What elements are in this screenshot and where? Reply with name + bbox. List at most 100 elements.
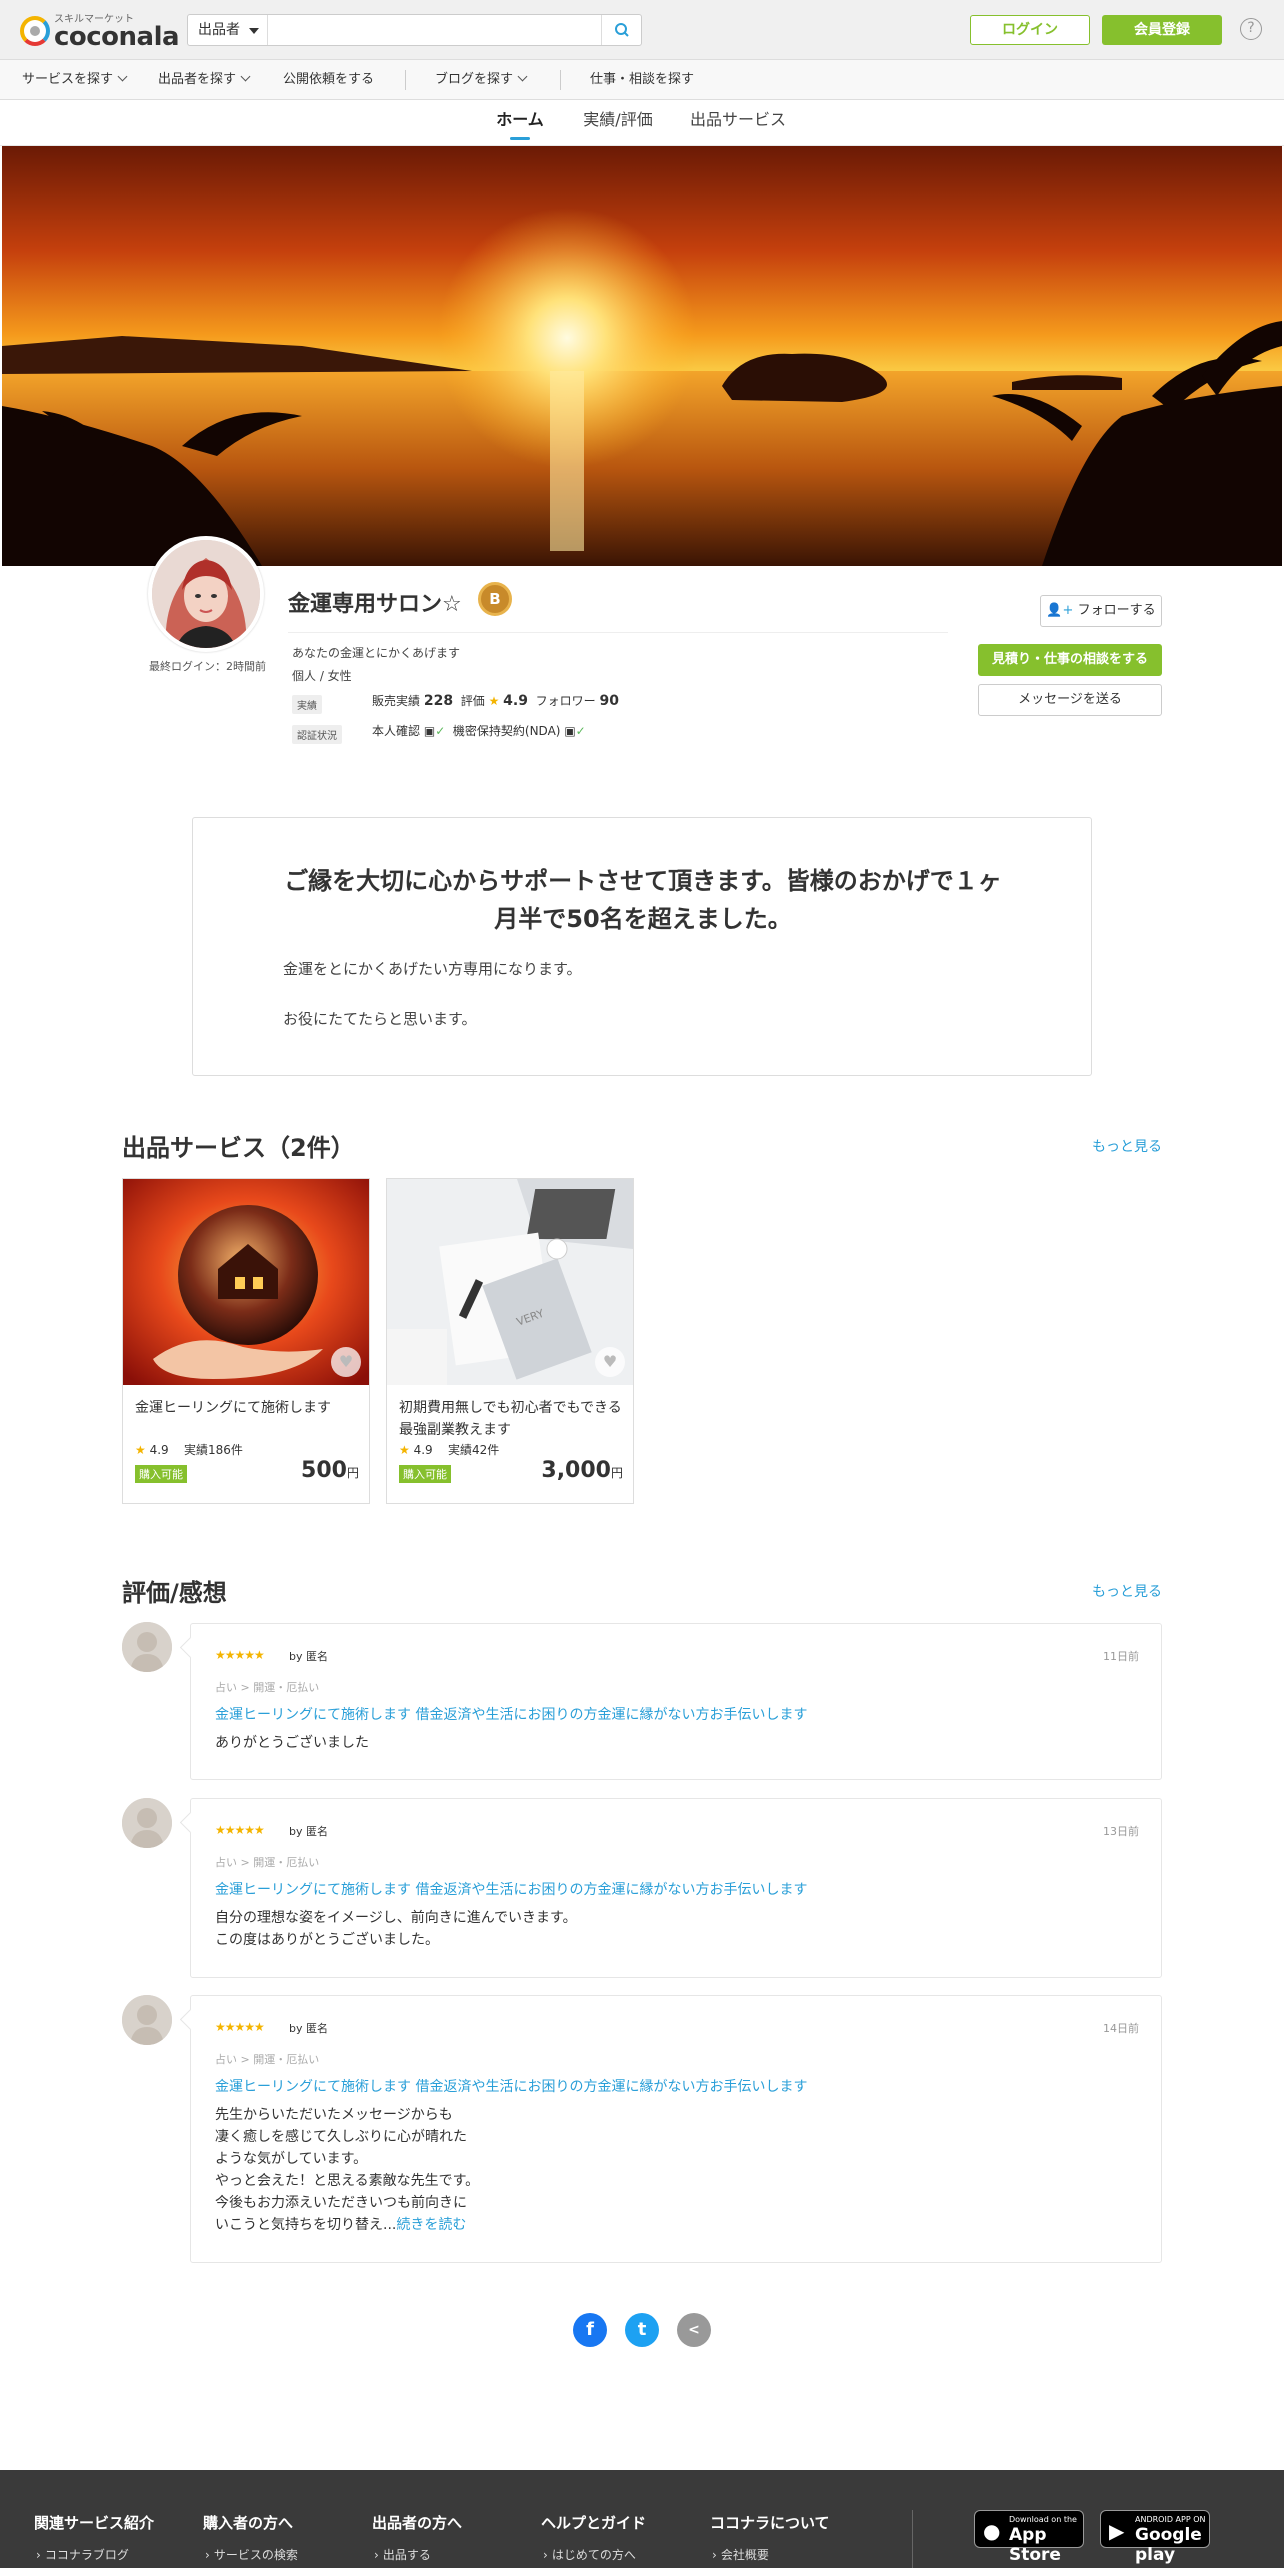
review-card: ★★★★★ by 匿名 11日前 占い > 開運・厄払い 金運ヒーリングにて施術…: [190, 1623, 1162, 1780]
register-button[interactable]: 会員登録: [1102, 15, 1222, 45]
review-line: いこうと気持ちを切り替え...: [215, 2217, 397, 2233]
rating-label: 評価: [460, 694, 485, 708]
search-scope-select[interactable]: 出品者: [188, 15, 268, 45]
read-more-link[interactable]: 続きを読む: [396, 2217, 466, 2233]
footer-link[interactable]: サービスの検索: [205, 2546, 298, 2563]
search-button[interactable]: [601, 15, 641, 45]
tab-home[interactable]: ホーム: [484, 100, 556, 146]
nav-label: サービスを探す: [22, 72, 114, 87]
search-scope-value: 出品者: [198, 22, 240, 38]
nav-find-sellers[interactable]: 出品者を探す: [158, 60, 251, 100]
footer-link[interactable]: 会社概要: [712, 2546, 769, 2563]
sales-label: 販売実績: [372, 694, 421, 708]
review-line: 凄く癒しを感じて久しぶりに心が晴れた: [215, 2129, 467, 2145]
google-play-button[interactable]: ▶ ANDROID APP ON Google play: [1100, 2510, 1210, 2565]
send-message-button[interactable]: メッセージを送る: [978, 684, 1162, 716]
footer-link[interactable]: 出品する: [374, 2546, 431, 2563]
nav-find-blogs[interactable]: ブログを探す: [435, 60, 528, 100]
check-icon: ✓: [435, 724, 446, 738]
review-service-link[interactable]: 金運ヒーリングにて施術します 借金返済や生活にお困りの方金運に縁がない方お手伝い…: [215, 2076, 807, 2096]
help-icon[interactable]: ?: [1240, 18, 1262, 40]
review-card: ★★★★★ by 匿名 13日前 占い > 開運・厄払い 金運ヒーリングにて施術…: [190, 1798, 1162, 1978]
seller-name: 金運専用サロン☆: [288, 592, 462, 617]
profile-tabs: ホーム 実績/評価 出品サービス: [0, 100, 1284, 146]
review-text: 自分の理想な姿をイメージし、前向きに進んでいきます。 この度はありがとうございま…: [215, 1907, 577, 1951]
review-date: 13日前: [1103, 1825, 1139, 1838]
footer-link[interactable]: はじめての方へ: [543, 2546, 636, 2563]
store-small-text: ANDROID APP ON: [1135, 2515, 1206, 2524]
review-stars: ★★★★★: [215, 1648, 265, 1662]
price-currency: 円: [610, 1466, 623, 1480]
seller-stats: 販売実績 228 評価 ★ 4.9 フォロワー 90: [372, 692, 619, 709]
request-quote-button[interactable]: 見積り・仕事の相談をする: [978, 644, 1162, 676]
footer-column-title: ヘルプとガイド: [541, 2514, 647, 2532]
nav-find-services[interactable]: サービスを探す: [22, 60, 128, 100]
reviewer-name: by 匿名: [289, 1650, 328, 1663]
site-header: スキルマーケット coconala 出品者 ログイン 会員登録 ?: [0, 0, 1284, 60]
review-line: やっと会えた！と思える素敵な先生です。: [215, 2173, 480, 2189]
nda-text: 機密保持契約(NDA): [452, 724, 561, 738]
review-service-link[interactable]: 金運ヒーリングにて施術します 借金返済や生活にお困りの方金運に縁がない方お手伝い…: [215, 1704, 807, 1724]
reviewer-name: by 匿名: [289, 1825, 328, 1838]
star-icon: ★: [135, 1443, 146, 1457]
footer-column-title: ココナラについて: [710, 2514, 830, 2532]
star-icon: ★: [488, 694, 500, 708]
nav-label: 公開依頼をする: [283, 72, 375, 87]
service-rating: ★ 4.9 実績42件: [399, 1441, 499, 1458]
site-footer: 関連サービス紹介 ココナラブログ 購入者の方へ サービスの検索 出品者の方へ 出…: [0, 2470, 1284, 2568]
results-label: 実績: [292, 695, 322, 714]
verification-status: 本人確認 ▣✓ 機密保持契約(NDA) ▣✓: [372, 722, 586, 739]
last-login: 最終ログイン：2時間前: [149, 660, 266, 673]
search-input[interactable]: [270, 17, 590, 43]
service-title: 初期費用無しでも初心者でもできる最強副業教えます: [399, 1400, 622, 1438]
coconala-logo[interactable]: スキルマーケット coconala: [20, 10, 180, 52]
review-category: 占い > 開運・厄払い: [215, 1856, 320, 1869]
services-heading: 出品サービス（2件）: [122, 1134, 355, 1162]
review-service-link[interactable]: 金運ヒーリングにて施術します 借金返済や生活にお困りの方金運に縁がない方お手伝い…: [215, 1879, 807, 1899]
favorite-heart-icon[interactable]: ♥: [331, 1347, 361, 1377]
facebook-share-icon[interactable]: f: [573, 2313, 607, 2347]
review-line: 自分の理想な姿をイメージし、前向きに進んでいきます。: [215, 1910, 577, 1926]
footer-column-title: 購入者の方へ: [203, 2514, 294, 2532]
user-plus-icon: 👤+: [1046, 603, 1074, 618]
sales-value: 228: [423, 693, 454, 709]
intro-section: ご縁を大切に心からサポートさせて頂きます。皆様のおかげで１ヶ月半で50名を超えま…: [192, 817, 1092, 1076]
results-count: 42件: [471, 1443, 500, 1457]
review-line: この度はありがとうございました。: [215, 1932, 439, 1948]
service-rating: ★ 4.9 実績186件: [135, 1441, 243, 1458]
service-card[interactable]: ♥ 金運ヒーリングにて施術します ★ 4.9 実績186件 購入可能 500円: [122, 1178, 370, 1504]
follower-value: 90: [599, 693, 619, 709]
price-currency: 円: [346, 1466, 359, 1480]
favorite-heart-icon[interactable]: ♥: [595, 1347, 625, 1377]
reviewer-avatar: [122, 1622, 172, 1672]
identity-verified-text: 本人確認: [372, 724, 421, 738]
rating-value: 4.9: [413, 1443, 433, 1457]
tab-services[interactable]: 出品サービス: [682, 100, 794, 146]
rank-badge-icon[interactable]: B: [478, 582, 512, 616]
footer-link[interactable]: ココナラブログ: [36, 2546, 129, 2563]
service-title: 金運ヒーリングにて施術します: [135, 1400, 331, 1416]
review-category: 占い > 開運・厄払い: [215, 1681, 320, 1694]
nav-find-jobs[interactable]: 仕事・相談を探す: [590, 60, 694, 100]
twitter-share-icon[interactable]: t: [625, 2313, 659, 2347]
store-big-text: App Store: [1009, 2525, 1061, 2565]
tab-results-reviews[interactable]: 実績/評価: [577, 100, 659, 146]
results-count: 186件: [207, 1443, 243, 1457]
seller-avatar[interactable]: [148, 536, 264, 652]
login-button[interactable]: ログイン: [970, 15, 1090, 45]
rating-value: 4.9: [503, 693, 528, 709]
reviews-more-link[interactable]: もっと見る: [1092, 1581, 1162, 1601]
price-value: 500: [301, 1458, 347, 1483]
search-icon: [615, 23, 629, 37]
intro-line: お役にたてたらと思います。: [283, 1010, 477, 1028]
nav-public-request[interactable]: 公開依頼をする: [283, 60, 374, 100]
document-icon: ▣: [564, 724, 576, 738]
share-icon[interactable]: <: [677, 2313, 711, 2347]
follow-button[interactable]: 👤+ フォローする: [1040, 595, 1162, 627]
app-store-button[interactable]: ● Download on the App Store: [974, 2510, 1084, 2565]
service-card[interactable]: VERY ♥ 初期費用無しでも初心者でもできる最強副業教えます ★ 4.9 実績…: [386, 1178, 634, 1504]
verification-label: 認証状況: [292, 725, 342, 744]
chevron-down-icon: [517, 71, 528, 82]
store-big-text: Google play: [1135, 2525, 1202, 2565]
services-more-link[interactable]: もっと見る: [1092, 1136, 1162, 1156]
